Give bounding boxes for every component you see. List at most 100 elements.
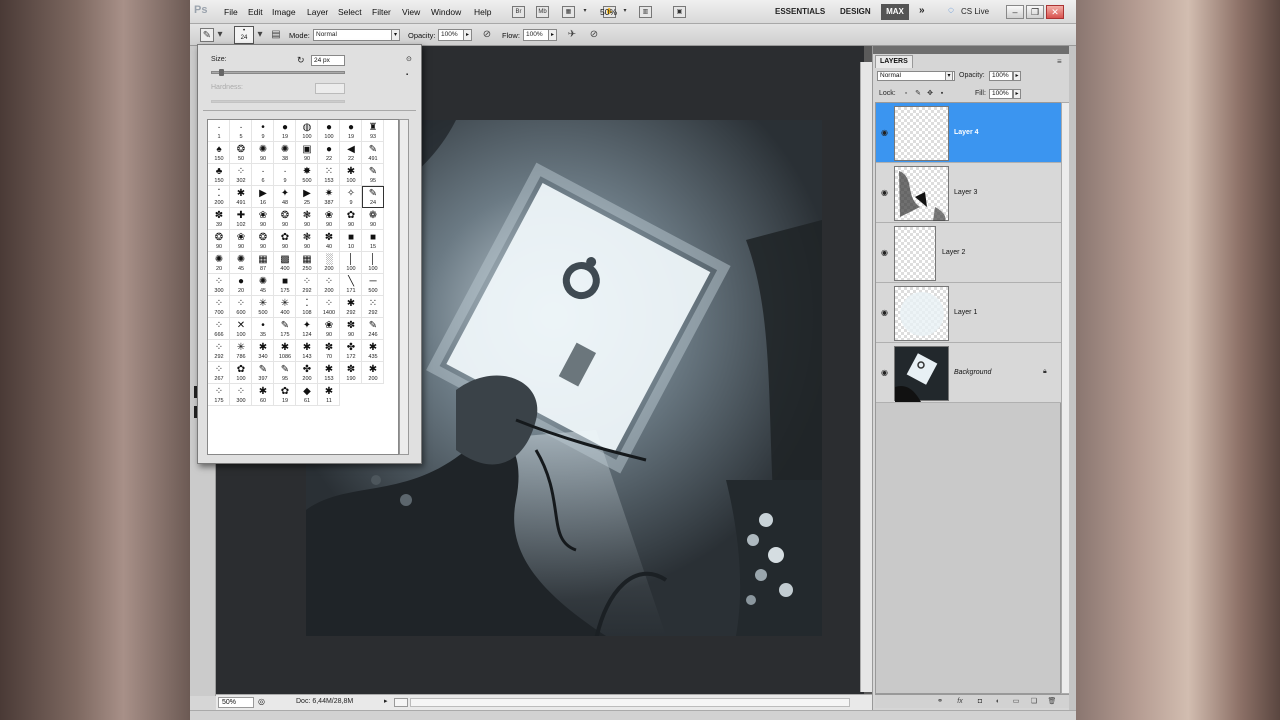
layer-name[interactable]: Layer 2 (942, 249, 965, 256)
menu-image[interactable]: Image (272, 7, 296, 17)
brush-preset-cell[interactable]: ✽ 70 (318, 340, 340, 362)
brush-preset-cell[interactable]: ✳ 400 (274, 296, 296, 318)
brush-preset-cell[interactable]: ✱ 143 (296, 340, 318, 362)
hardness-slider[interactable] (211, 100, 345, 103)
brush-preset-cell[interactable]: ♣ 150 (208, 164, 230, 186)
brush-preset-cell[interactable]: ✺ 20 (208, 252, 230, 274)
brush-preset-cell[interactable]: ✎ 95 (362, 164, 384, 186)
new-layer-icon[interactable]: ❏ (1029, 697, 1039, 707)
layer-name[interactable]: Background (954, 369, 991, 376)
fill-input[interactable]: 100% (989, 89, 1013, 99)
fill-stepper-icon[interactable]: ▸ (1013, 89, 1021, 99)
brush-panel-toggle-icon[interactable]: ▤ (269, 28, 283, 42)
brush-preset-cell[interactable]: ▩ 400 (274, 252, 296, 274)
brush-preset-cell[interactable]: ⁘ 267 (208, 362, 230, 384)
mini-bridge-icon[interactable]: Mb (536, 6, 549, 18)
layer-opacity-input[interactable]: 100% (989, 71, 1013, 81)
brush-preset-cell[interactable]: ✿ 90 (274, 230, 296, 252)
blend-mode-dropdown-icon[interactable]: ▾ (945, 71, 953, 81)
zoom-select[interactable]: 50% (600, 7, 617, 17)
brush-preset-cell[interactable]: ❂ 90 (252, 230, 274, 252)
new-preset-icon[interactable]: ▪ (406, 72, 408, 78)
brush-preset-cell[interactable]: ❀ 90 (318, 318, 340, 340)
layer-name[interactable]: Layer 3 (954, 189, 977, 196)
close-button[interactable]: ✕ (1046, 5, 1064, 19)
menu-select[interactable]: Select (338, 7, 362, 17)
workspace-design[interactable]: DESIGN (840, 7, 871, 16)
minimize-button[interactable]: – (1006, 5, 1024, 19)
visibility-eye-icon[interactable]: ◉ (881, 368, 888, 377)
lock-transparent-icon[interactable]: ▫ (902, 90, 910, 98)
mode-dropdown-icon[interactable]: ▾ (391, 29, 400, 41)
mode-select[interactable]: Normal (313, 29, 399, 41)
brush-preset-cell[interactable]: ✕ 100 (230, 318, 252, 340)
pressure-opacity-icon[interactable]: ⊘ (480, 28, 494, 42)
brush-preset-cell[interactable]: ✦ 48 (274, 186, 296, 208)
lock-position-icon[interactable]: ✥ (926, 90, 934, 98)
brush-preset-cell[interactable]: ▦ 250 (296, 252, 318, 274)
visibility-eye-icon[interactable]: ◉ (881, 248, 888, 257)
brush-preset-cell[interactable]: · 5 (230, 120, 252, 142)
menu-view[interactable]: View (402, 7, 420, 17)
brush-preset-cell[interactable]: ✿ 90 (340, 208, 362, 230)
opacity-input[interactable]: 100% (438, 29, 464, 41)
menu-file[interactable]: File (224, 7, 238, 17)
brush-preset-cell[interactable]: ✤ 200 (296, 362, 318, 384)
brush-preset-cell[interactable]: ✱ 435 (362, 340, 384, 362)
link-layers-icon[interactable]: ⚭ (935, 697, 945, 707)
delete-layer-icon[interactable]: 🗑︎ (1047, 697, 1057, 707)
pressure-size-icon[interactable]: ⊘ (587, 28, 601, 42)
layer-row[interactable]: ◉ Background 🔒︎ (876, 343, 1062, 403)
brush-preset-cell[interactable]: ❃ 90 (296, 208, 318, 230)
brush-preset-cell[interactable]: ⁘ 200 (318, 274, 340, 296)
brush-preset-cell[interactable]: • 9 (252, 120, 274, 142)
opacity-stepper-icon[interactable]: ▸ (463, 29, 472, 41)
airbrush-icon[interactable]: ✈ (565, 28, 579, 42)
layer-name[interactable]: Layer 4 (954, 129, 979, 136)
workspace-max[interactable]: MAX (881, 4, 909, 20)
brush-preset-cell[interactable]: ● 19 (274, 120, 296, 142)
layer-row[interactable]: ◉ Layer 3 (876, 163, 1062, 223)
brush-preset-cell[interactable]: ● 100 (318, 120, 340, 142)
brush-preset-cell[interactable]: ▦ 87 (252, 252, 274, 274)
flow-stepper-icon[interactable]: ▸ (548, 29, 557, 41)
brush-preset-cell[interactable]: ⁘ 302 (230, 164, 252, 186)
brush-preset-cell[interactable]: ▣ 90 (296, 142, 318, 164)
brush-preset-cell[interactable]: ✧ 9 (340, 186, 362, 208)
brush-preset-cell[interactable]: ✺ 38 (274, 142, 296, 164)
brush-preset-cell[interactable]: ❂ 90 (208, 230, 230, 252)
brush-preset-cell[interactable]: │ 100 (362, 252, 384, 274)
brush-preset-cell[interactable]: · 6 (252, 164, 274, 186)
status-scroll-left-icon[interactable] (394, 698, 408, 707)
menu-layer[interactable]: Layer (307, 7, 328, 17)
menu-window[interactable]: Window (431, 7, 461, 17)
blend-mode-select[interactable]: Normal (877, 71, 955, 81)
status-options-icon[interactable]: ◎ (258, 697, 265, 706)
brush-preset-cell[interactable]: ⁘ 175 (208, 384, 230, 406)
brush-preset-cell[interactable]: ✎ 491 (362, 142, 384, 164)
brush-preset-cell[interactable]: ◍ 100 (296, 120, 318, 142)
status-zoom-field[interactable]: 50% (218, 697, 254, 708)
visibility-eye-icon[interactable]: ◉ (881, 308, 888, 317)
tool-preset-dropdown-icon[interactable]: ▾ (216, 28, 224, 42)
brush-preset-cell[interactable]: ⁘ 292 (296, 274, 318, 296)
menu-help[interactable]: Help (474, 7, 491, 17)
arrange-documents-icon[interactable]: ▥ (639, 6, 652, 18)
brush-preset-cell[interactable]: ◆ 61 (296, 384, 318, 406)
brush-preset-cell[interactable]: ✽ 90 (340, 318, 362, 340)
panel-menu-icon[interactable]: ≡ (1057, 57, 1062, 66)
restore-button[interactable]: ❐ (1026, 5, 1044, 19)
brush-preset-cell[interactable]: ✿ 19 (274, 384, 296, 406)
brush-tool-icon[interactable]: ✎ (200, 28, 214, 42)
brush-preset-cell[interactable]: ⁘ 600 (230, 296, 252, 318)
brush-preset-cell[interactable]: ▶ 16 (252, 186, 274, 208)
size-slider[interactable] (211, 69, 345, 76)
brush-preset-cell[interactable]: ⁙ 153 (318, 164, 340, 186)
brush-preset-picker[interactable]: • 24 (234, 26, 254, 44)
brush-preset-cell[interactable]: ● 20 (230, 274, 252, 296)
brush-preset-cell[interactable]: ✦ 124 (296, 318, 318, 340)
brush-preset-cell[interactable]: │ 100 (340, 252, 362, 274)
brush-preset-cell[interactable]: ✱ 153 (318, 362, 340, 384)
brush-preset-cell[interactable]: ❂ 50 (230, 142, 252, 164)
brush-preset-cell[interactable]: ✎ 246 (362, 318, 384, 340)
